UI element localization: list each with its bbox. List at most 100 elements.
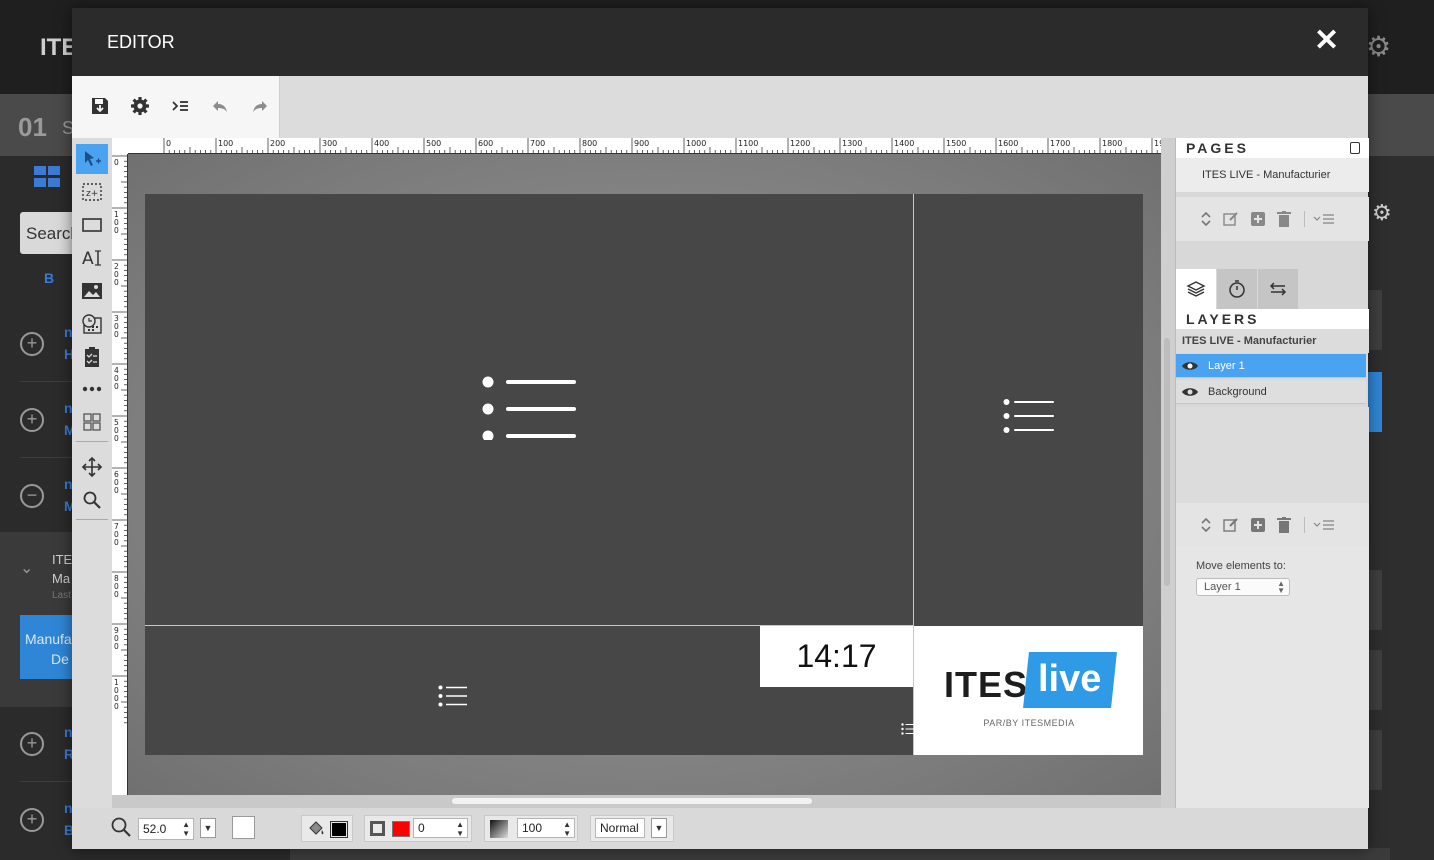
- playlist-zone-icon[interactable]: [438, 685, 468, 707]
- spinner-icon[interactable]: ▲ ▼: [182, 820, 190, 838]
- spinner-icon[interactable]: ▲ ▼: [456, 820, 464, 838]
- grid-icon[interactable]: [76, 407, 108, 437]
- stroke-color-swatch[interactable]: [392, 821, 410, 837]
- layer-item[interactable]: Background: [1176, 380, 1366, 404]
- playlist-zone-icon[interactable]: [1003, 398, 1055, 434]
- ruler-label: 1600: [998, 139, 1018, 148]
- playlist-zone-icon[interactable]: [482, 374, 578, 442]
- clock-calendar-icon[interactable]: [76, 309, 108, 339]
- page-icon[interactable]: [1350, 142, 1360, 154]
- text-icon[interactable]: A: [76, 243, 108, 273]
- logo-image[interactable]: ITES live PAR/BY ITESMEDIA: [914, 626, 1143, 755]
- vertical-scrollbar[interactable]: [1164, 338, 1170, 586]
- right-panel: PAGES ITES LIVE - Manufacturier LAYERS I…: [1175, 138, 1369, 808]
- timer-tab[interactable]: [1217, 269, 1257, 309]
- spinner-icon[interactable]: ▲ ▼: [563, 820, 571, 838]
- layers-tab[interactable]: [1176, 269, 1216, 309]
- eye-icon[interactable]: [1181, 385, 1199, 399]
- add-circle-icon[interactable]: +: [20, 732, 44, 756]
- canvas-workspace[interactable]: 14:17 ITES live PAR/BY ITESMEDIA: [128, 154, 1161, 795]
- reorder-icon[interactable]: [1197, 210, 1215, 228]
- list-item[interactable]: + n B: [20, 782, 74, 858]
- gear-icon[interactable]: ⚙: [1366, 30, 1391, 63]
- search-input[interactable]: Search: [20, 212, 80, 254]
- stroke-width-input[interactable]: 0 ▲ ▼: [413, 818, 468, 838]
- remove-circle-icon[interactable]: −: [20, 484, 44, 508]
- selected-item-title: ITE: [52, 552, 73, 567]
- playlist-icon[interactable]: [167, 93, 193, 119]
- checklist-icon[interactable]: [76, 342, 108, 372]
- eye-icon[interactable]: [1181, 359, 1199, 373]
- transitions-tab[interactable]: [1258, 269, 1298, 309]
- pointer-icon[interactable]: [76, 144, 108, 174]
- more-icon[interactable]: [76, 374, 108, 404]
- action-divider: [1304, 517, 1305, 533]
- close-icon[interactable]: ✕: [1314, 26, 1339, 56]
- page-item[interactable]: ITES LIVE - Manufacturier: [1176, 158, 1369, 192]
- edit-icon[interactable]: [1222, 516, 1240, 534]
- selected-item-meta: Last: [52, 590, 71, 601]
- ruler-label: 0: [114, 486, 119, 495]
- manufacturier-button[interactable]: Manufa De: [20, 615, 80, 679]
- right-card-selected: [1368, 372, 1382, 432]
- layer-item[interactable]: Layer 1: [1176, 354, 1366, 378]
- horizontal-scrollbar[interactable]: [452, 798, 812, 804]
- chevron-down-icon[interactable]: ⌄: [20, 558, 33, 578]
- list-item[interactable]: + n H: [20, 306, 74, 382]
- stroke-group: 0 ▲ ▼: [364, 815, 472, 842]
- list-item[interactable]: + n R: [20, 706, 74, 782]
- playlist-menu-icon[interactable]: [1313, 516, 1335, 534]
- trash-icon[interactable]: [1275, 210, 1293, 228]
- save-icon[interactable]: [87, 93, 113, 119]
- ruler-label: 0: [114, 226, 119, 235]
- opacity-input[interactable]: 100 ▲ ▼: [517, 818, 575, 838]
- ruler-label: 800: [582, 139, 597, 148]
- blend-mode-dropdown[interactable]: ▼: [651, 818, 667, 838]
- grid-view-icon[interactable]: [34, 166, 62, 188]
- right-card: [1368, 570, 1382, 630]
- add-icon[interactable]: [1249, 210, 1267, 228]
- canvas-color-swatch[interactable]: [232, 816, 255, 839]
- add-circle-icon[interactable]: +: [20, 408, 44, 432]
- zoom-input[interactable]: 52.0 ▲ ▼: [138, 818, 194, 840]
- ruler-label: 0: [114, 538, 119, 547]
- edit-icon[interactable]: [1222, 210, 1240, 228]
- zoom-dropdown[interactable]: ▼: [200, 818, 216, 838]
- trash-icon[interactable]: [1275, 516, 1293, 534]
- zoom-icon[interactable]: [76, 485, 108, 515]
- move-icon[interactable]: [76, 452, 108, 482]
- ruler-label: 0: [114, 642, 119, 651]
- pages-title: PAGES: [1176, 138, 1369, 158]
- gear-icon[interactable]: [127, 93, 153, 119]
- ruler-label: 0: [114, 330, 119, 339]
- blend-mode-select[interactable]: Normal: [595, 818, 645, 838]
- ruler-label: 1700: [1050, 139, 1070, 148]
- modal-header: EDITOR ✕: [72, 8, 1368, 76]
- undo-icon[interactable]: [207, 93, 233, 119]
- move-target-select[interactable]: Layer 1 ▲ ▼: [1196, 578, 1290, 596]
- ruler-label: 1500: [946, 139, 966, 148]
- move-elements-label: Move elements to:: [1196, 560, 1286, 572]
- action-divider: [1304, 211, 1305, 227]
- logo-word-ites: ITES: [944, 664, 1029, 705]
- playlist-menu-icon[interactable]: [1313, 210, 1335, 228]
- redo-icon[interactable]: [247, 93, 273, 119]
- fill-color-swatch[interactable]: [330, 821, 348, 838]
- add-circle-icon[interactable]: +: [20, 332, 44, 356]
- reorder-icon[interactable]: [1197, 516, 1215, 534]
- zone-icon[interactable]: z+: [76, 177, 108, 207]
- add-icon[interactable]: [1249, 516, 1267, 534]
- clock-widget[interactable]: 14:17: [760, 626, 913, 687]
- ruler-label: 300: [322, 139, 337, 148]
- svg-text:z+: z+: [86, 189, 98, 199]
- layers-page-name: ITES LIVE - Manufacturier: [1176, 329, 1369, 353]
- ruler-label: 700: [530, 139, 545, 148]
- list-item[interactable]: + n M: [20, 382, 76, 458]
- add-circle-icon[interactable]: +: [20, 808, 44, 832]
- ruler-label: 0: [114, 702, 119, 711]
- select-arrows-icon: ▲ ▼: [1277, 579, 1285, 595]
- rectangle-icon[interactable]: [76, 210, 108, 240]
- image-icon[interactable]: [76, 276, 108, 306]
- gear-icon[interactable]: ⚙: [1372, 200, 1392, 226]
- list-item[interactable]: − n M: [20, 458, 76, 534]
